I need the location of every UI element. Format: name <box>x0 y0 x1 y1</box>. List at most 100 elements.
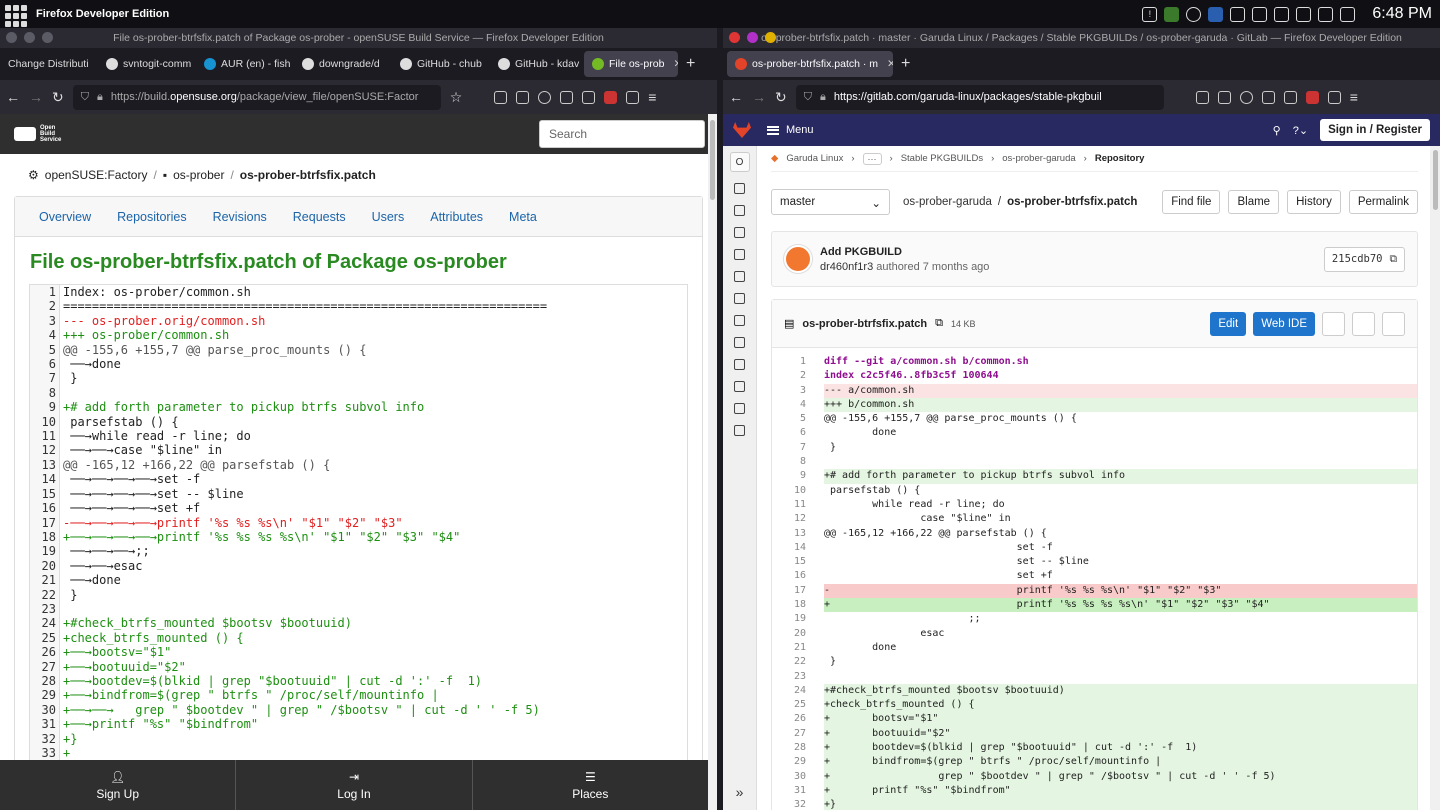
lock-icon[interactable]: 🔒︎ <box>820 91 826 104</box>
path-root-link[interactable]: os-prober-garuda <box>903 196 992 208</box>
project-avatar[interactable]: O <box>729 152 750 172</box>
packages-icon[interactable] <box>734 359 745 370</box>
app-icon[interactable] <box>1164 6 1180 22</box>
clipboard-icon[interactable] <box>1230 6 1246 22</box>
deployments-icon[interactable] <box>734 293 745 304</box>
line-number[interactable]: 15 <box>30 487 56 501</box>
scrollbar-thumb[interactable] <box>1433 150 1438 210</box>
close-window-button[interactable] <box>729 32 740 43</box>
ublock-icon[interactable] <box>1305 90 1319 104</box>
tab-meta[interactable]: Meta <box>509 210 537 224</box>
line-number[interactable]: 12 <box>30 443 56 457</box>
browser-tab-active[interactable]: File os-prob ✕ <box>584 51 678 77</box>
menu-icon[interactable]: ≡ <box>1350 89 1358 105</box>
line-number[interactable]: 29 <box>30 688 56 702</box>
line-number[interactable]: 21 <box>30 573 56 587</box>
tab-repositories[interactable]: Repositories <box>117 210 186 224</box>
line-number[interactable]: 30 <box>30 703 56 717</box>
pocket-icon[interactable] <box>494 90 508 104</box>
line-number[interactable]: 20 <box>772 627 806 641</box>
line-number[interactable]: 32 <box>30 732 56 746</box>
line-number[interactable]: 19 <box>772 612 806 626</box>
line-number[interactable]: 12 <box>772 512 806 526</box>
line-number[interactable]: 6 <box>30 357 56 371</box>
wifi-icon[interactable] <box>1318 6 1334 22</box>
minimize-window-button[interactable] <box>747 32 758 43</box>
breadcrumb-project[interactable]: openSUSE:Factory <box>45 168 148 182</box>
line-number[interactable]: 28 <box>772 741 806 755</box>
breadcrumb-group[interactable]: Garuda Linux <box>786 153 843 164</box>
extension-icon[interactable] <box>560 90 574 104</box>
breadcrumb-more[interactable]: ··· <box>862 152 882 165</box>
code-lines[interactable]: diff --git a/common.sh b/common.sh index … <box>812 355 1417 810</box>
line-number[interactable]: 23 <box>30 602 56 616</box>
tab-overview[interactable]: Overview <box>39 210 91 224</box>
issues-icon[interactable] <box>734 227 745 238</box>
new-tab-button[interactable]: + <box>678 48 704 80</box>
line-number[interactable]: 26 <box>30 645 56 659</box>
shield-icon[interactable]: ⛉ <box>804 91 812 104</box>
scrollbar-thumb[interactable] <box>710 120 715 200</box>
breadcrumb-project[interactable]: os-prober-garuda <box>1002 153 1075 164</box>
scrollbar[interactable] <box>1430 146 1440 810</box>
line-number[interactable]: 7 <box>30 371 56 385</box>
line-number[interactable]: 24 <box>30 616 56 630</box>
forward-icon[interactable]: → <box>752 89 766 105</box>
browser-tab[interactable]: GitHub - chub <box>392 48 490 80</box>
find-file-button[interactable]: Find file <box>1162 190 1221 214</box>
web-ide-button[interactable]: Web IDE <box>1253 311 1315 336</box>
line-number[interactable]: 30 <box>772 770 806 784</box>
edit-button[interactable]: Edit <box>1210 311 1247 336</box>
line-number[interactable]: 25 <box>772 698 806 712</box>
line-number[interactable]: 21 <box>772 641 806 655</box>
gitlab-logo-icon[interactable] <box>733 122 751 138</box>
line-number[interactable]: 1 <box>772 355 806 369</box>
line-number[interactable]: 7 <box>772 441 806 455</box>
maximize-window-button[interactable] <box>42 32 53 43</box>
commit-sha[interactable]: 215cdb70 ⧉ <box>1323 246 1405 272</box>
browser-tab[interactable]: downgrade/d <box>294 48 392 80</box>
permalink-button[interactable]: Permalink <box>1348 190 1418 214</box>
browser-tab[interactable]: AUR (en) - fish <box>196 48 294 80</box>
commit-title[interactable]: Add PKGBUILD <box>820 246 989 258</box>
line-number[interactable]: 17 <box>30 516 56 530</box>
line-number[interactable]: 2 <box>772 369 806 383</box>
commit-author[interactable]: dr460nf1r3 <box>820 261 873 273</box>
line-number[interactable]: 27 <box>772 727 806 741</box>
code-lines[interactable]: Index: os-prober/common.sh ==============… <box>60 285 687 760</box>
bookmark-star-icon[interactable]: ☆ <box>450 89 463 106</box>
app-grid-icon[interactable] <box>2 2 27 27</box>
sign-up-button[interactable]: 👤︎ Sign Up <box>0 760 237 810</box>
browser-tab[interactable]: Change Distributi <box>0 48 98 80</box>
line-number[interactable]: 14 <box>772 541 806 555</box>
pocket-icon[interactable] <box>1195 90 1209 104</box>
line-number[interactable]: 15 <box>772 555 806 569</box>
line-number[interactable]: 10 <box>772 484 806 498</box>
copy-contents-icon[interactable] <box>1322 311 1345 336</box>
line-number[interactable]: 23 <box>772 670 806 684</box>
minimize-window-button[interactable] <box>24 32 35 43</box>
line-number[interactable]: 19 <box>30 544 56 558</box>
line-number[interactable]: 22 <box>30 588 56 602</box>
shield-icon[interactable]: ⛉ <box>81 91 89 104</box>
line-number[interactable]: 25 <box>30 631 56 645</box>
forward-icon[interactable]: → <box>29 89 43 105</box>
line-number[interactable]: 6 <box>772 426 806 440</box>
line-number[interactable]: 1 <box>30 285 56 299</box>
new-tab-button[interactable]: + <box>893 48 919 80</box>
history-button[interactable]: History <box>1287 190 1341 214</box>
line-number[interactable]: 11 <box>30 429 56 443</box>
line-number[interactable]: 28 <box>30 674 56 688</box>
line-number[interactable]: 5 <box>772 412 806 426</box>
volume-icon[interactable] <box>1252 6 1268 22</box>
ublock-icon[interactable] <box>604 90 618 104</box>
infrastructure-icon[interactable] <box>734 337 745 348</box>
breadcrumb-subgroup[interactable]: Stable PKGBUILDs <box>901 153 983 164</box>
repository-icon[interactable] <box>734 205 745 216</box>
menu-icon[interactable]: ≡ <box>648 89 656 105</box>
tools-icon[interactable] <box>516 90 530 104</box>
tab-users[interactable]: Users <box>372 210 405 224</box>
browser-tab-active[interactable]: os-prober-btrfsfix.patch · m ✕ <box>727 51 893 77</box>
line-number[interactable]: 20 <box>30 559 56 573</box>
line-number[interactable]: 8 <box>30 386 56 400</box>
